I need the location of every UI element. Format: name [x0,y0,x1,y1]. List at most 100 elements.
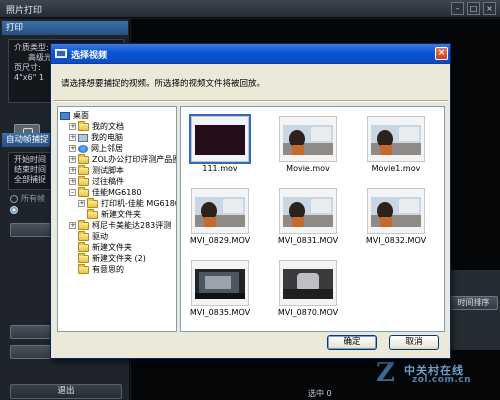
expand-icon[interactable]: + [69,156,76,163]
video-filename: 111.mov [202,164,238,173]
expand-icon[interactable]: + [69,178,76,185]
video-thumbnail[interactable]: MVI_0831.MOV [278,188,338,250]
tree-item-label: 新建文件夹 [101,209,141,219]
desktop-icon [60,111,70,120]
maximize-button[interactable]: □ [467,2,480,15]
tree-item-label: 测试脚本 [92,165,124,175]
tree-item-label: 过往稿件 [92,176,124,186]
video-preview-image [371,125,421,155]
radio-custom-frames-dot [10,206,18,214]
radio-all-frames[interactable]: 所有帧 [10,193,45,204]
ok-button[interactable]: 确定 [327,335,377,350]
video-thumbnail[interactable]: MVI_0835.MOV [190,260,250,322]
cancel-button[interactable]: 取消 [389,335,439,350]
video-thumbnail-grid[interactable]: 111.mov Movie.mov Movie1.mov MVI_0829.MOV MV… [180,106,445,332]
folder-icon [78,230,89,241]
dialog-titlebar[interactable]: 选择视频 × [51,44,450,64]
folder-icon [78,153,89,164]
video-filename: Movie1.mov [371,164,421,173]
folder-icon [78,175,89,186]
video-preview-image [195,269,245,299]
video-thumbnail[interactable]: Movie.mov [279,116,337,178]
window-controls: – □ × [451,2,496,15]
video-thumbnail[interactable]: MVI_0829.MOV [190,188,250,250]
tree-item[interactable]: 新建文件夹 [69,241,133,253]
tree-item[interactable]: + 我的文档 [69,120,125,132]
folder-icon [78,164,89,175]
expand-icon[interactable]: + [69,145,76,152]
tree-item[interactable]: 驱动 [69,230,109,242]
video-thumbnail[interactable]: MVI_0870.MOV [278,260,338,322]
video-filename: MVI_0835.MOV [189,308,251,317]
tree-item-label: 我的文档 [92,121,124,131]
folder-icon [78,252,89,263]
tree-item-label: 新建文件夹 (2) [92,253,146,263]
tree-item[interactable]: + 测试脚本 [69,164,125,176]
minimize-button[interactable]: – [451,2,464,15]
thumbnail-frame [279,260,337,306]
tree-item[interactable]: 新建文件夹 (2) [69,252,147,264]
exit-button[interactable]: 退出 [10,384,122,399]
video-thumbnail[interactable]: MVI_0832.MOV [366,188,426,250]
video-filename: MVI_0870.MOV [277,308,339,317]
expand-icon[interactable]: + [69,134,76,141]
tree-item[interactable]: 新建文件夹 [78,208,142,220]
tree-item-label: ZOL办公打印评测产品图 [92,154,177,164]
tree-item[interactable]: + 打印机-佳能 MG6180-黑色 [78,197,176,209]
video-preview-image [283,125,333,155]
sort-by-time-button[interactable]: 时间排序 [449,296,498,310]
video-filename: MVI_0832.MOV [365,236,427,245]
expand-icon[interactable]: + [69,123,76,130]
folder-icon [78,186,89,197]
expand-icon[interactable]: + [69,167,76,174]
dialog-body: 请选择想要捕捉的视频。所选择的视频文件将被回放。 桌面 + 我的文档 + 我的电脑 + 网上… [51,65,450,358]
thumbnail-frame [191,260,249,306]
expand-icon[interactable]: + [69,222,76,229]
tree-item[interactable]: + 过往稿件 [69,175,125,187]
video-preview-image [195,125,245,155]
thumbnail-frame [189,114,251,164]
window-titlebar: 照片打印 – □ × [0,0,500,18]
radio-all-frames-label: 所有帧 [21,194,45,203]
tree-item[interactable]: + 柯尼卡美能达283评测 [69,219,172,231]
tree-item[interactable]: + ZOL办公打印评测产品图 [69,153,177,165]
video-thumbnail[interactable]: 111.mov [189,114,251,178]
right-toolbar [449,270,500,350]
folder-tree[interactable]: 桌面 + 我的文档 + 我的电脑 + 网上邻居 + ZOL办公打印评测产品图 + 测试脚本 + 过往稿件… [57,106,177,332]
dialog-title: 选择视频 [71,51,108,61]
video-preview-image [371,197,421,227]
folder-icon [87,197,98,208]
watermark-url: zol.com.cn [412,375,471,385]
tree-item-label: 打印机-佳能 MG6180-黑色 [101,198,176,208]
tree-item[interactable]: 有意思的 [69,263,125,275]
print-section-header[interactable]: 打印 [2,21,128,35]
window-close-button[interactable]: × [483,2,496,15]
thumbnail-frame [367,116,425,162]
video-preview-image [195,197,245,227]
window-title: 照片打印 [6,6,43,16]
tree-item-label: 驱动 [92,231,108,241]
network-icon [78,144,88,153]
video-preview-image [283,269,333,299]
tree-item[interactable]: + 网上邻居 [69,143,124,154]
tree-item[interactable]: 桌面 [60,110,90,121]
collapse-icon[interactable]: – [69,189,76,196]
radio-custom-frames[interactable] [10,206,18,214]
dialog-close-button[interactable]: × [435,47,448,60]
video-filename: MVI_0831.MOV [277,236,339,245]
folder-icon [78,241,89,252]
folder-icon [78,219,89,230]
expand-icon[interactable]: + [78,200,85,207]
watermark-logo-mark: Z [376,358,395,388]
tree-item[interactable]: + 我的电脑 [69,132,124,143]
select-video-dialog: 选择视频 × 请选择想要捕捉的视频。所选择的视频文件将被回放。 桌面 + 我的文档 +… [50,43,451,359]
tree-item-label: 桌面 [73,110,89,120]
thumbnail-frame [279,188,337,234]
tree-item[interactable]: – 佳能MG6180 [69,186,142,198]
video-thumbnail[interactable]: Movie1.mov [367,116,425,178]
tree-item-label: 柯尼卡美能达283评测 [92,220,172,230]
video-file-icon [55,49,67,58]
video-filename: MVI_0829.MOV [189,236,251,245]
dialog-instruction: 请选择想要捕捉的视频。所选择的视频文件将被回放。 [61,79,266,89]
dialog-separator [53,100,448,102]
